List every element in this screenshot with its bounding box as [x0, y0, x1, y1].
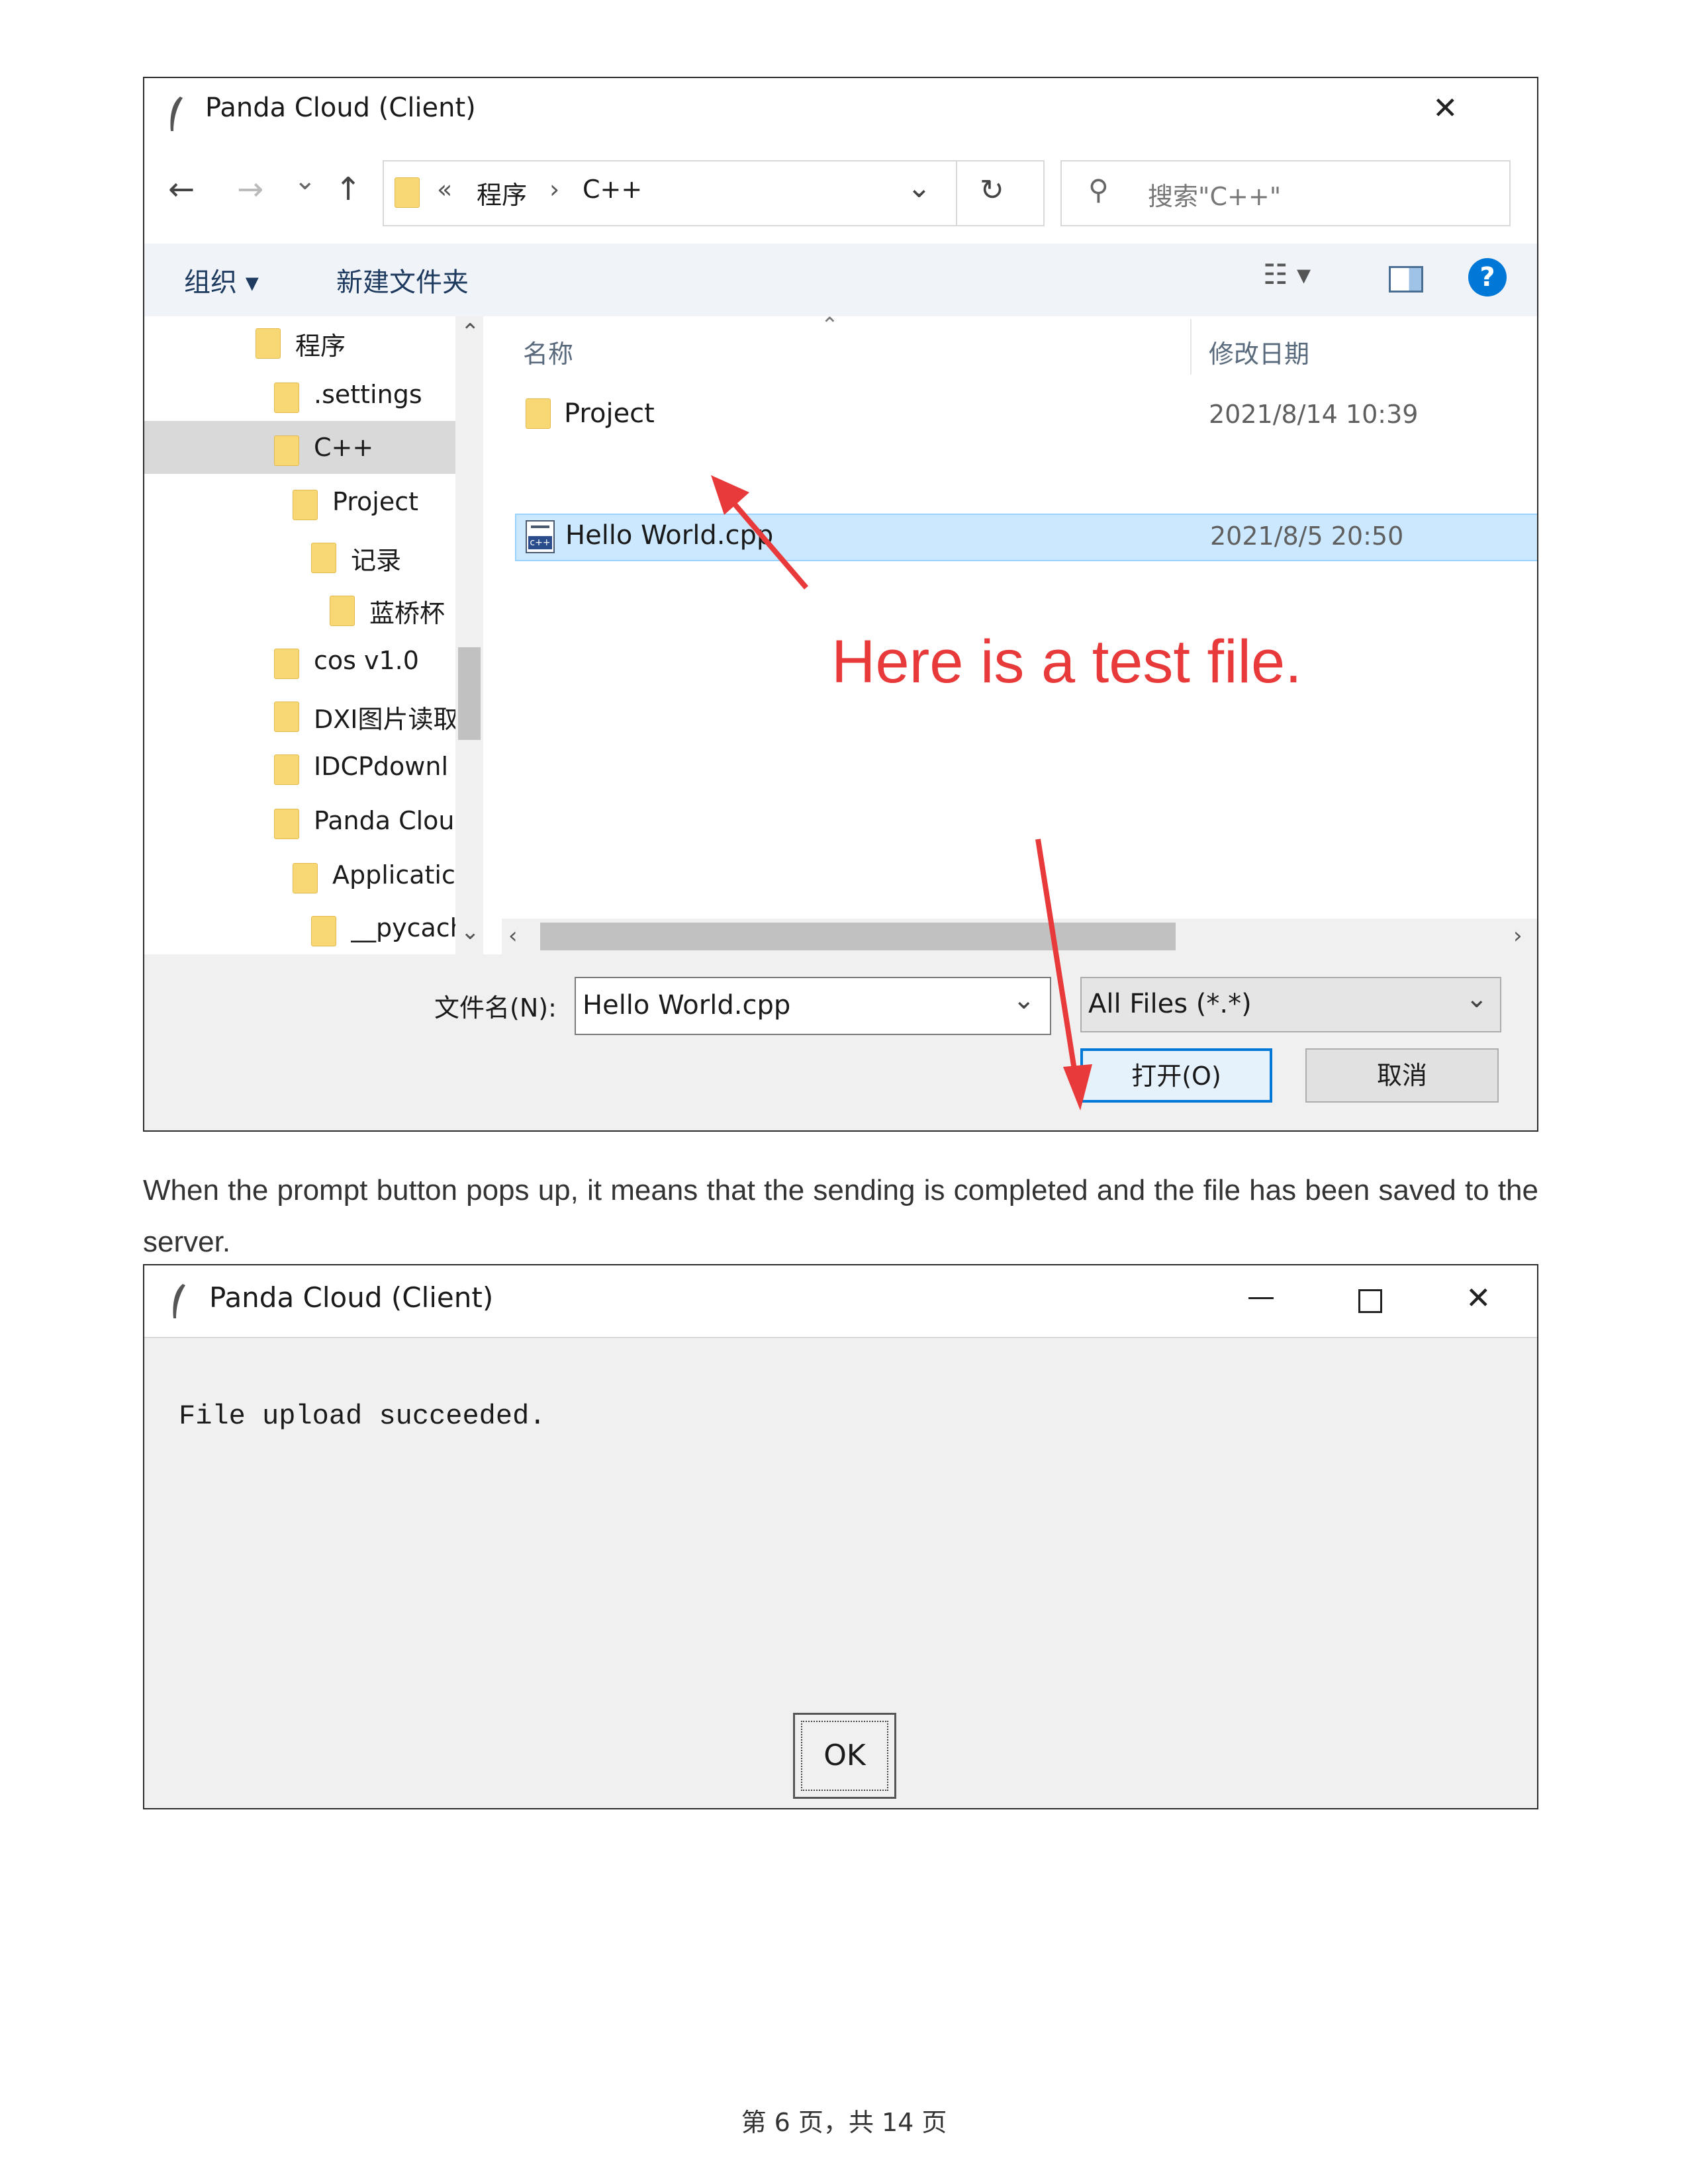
minimize-icon[interactable]: — — [1247, 1280, 1275, 1312]
close-icon[interactable]: ✕ — [1466, 1280, 1491, 1316]
caption-paragraph: When the prompt button pops up, it means… — [143, 1174, 1538, 1258]
feather-icon — [171, 1283, 187, 1320]
file-open-dialog: Panda Cloud (Client) ✕ ← → ⌄ ↑ « 程序 › C+… — [143, 77, 1538, 1132]
ok-button[interactable]: OK — [793, 1713, 896, 1799]
message-dialog: Panda Cloud (Client) — ✕ File upload suc… — [143, 1264, 1538, 1809]
annotation-text: Here is a test file. — [831, 628, 1302, 696]
message-text: File upload succeeded. — [179, 1400, 546, 1432]
page-footer: 第 6 页，共 14 页 — [741, 2108, 947, 2137]
maximize-icon[interactable] — [1358, 1289, 1382, 1313]
arrow-to-file-icon — [711, 475, 809, 590]
dialog-title: Panda Cloud (Client) — [209, 1281, 494, 1314]
arrow-to-open-button-icon — [1035, 839, 1092, 1111]
annotation-arrows — [711, 475, 1092, 1111]
